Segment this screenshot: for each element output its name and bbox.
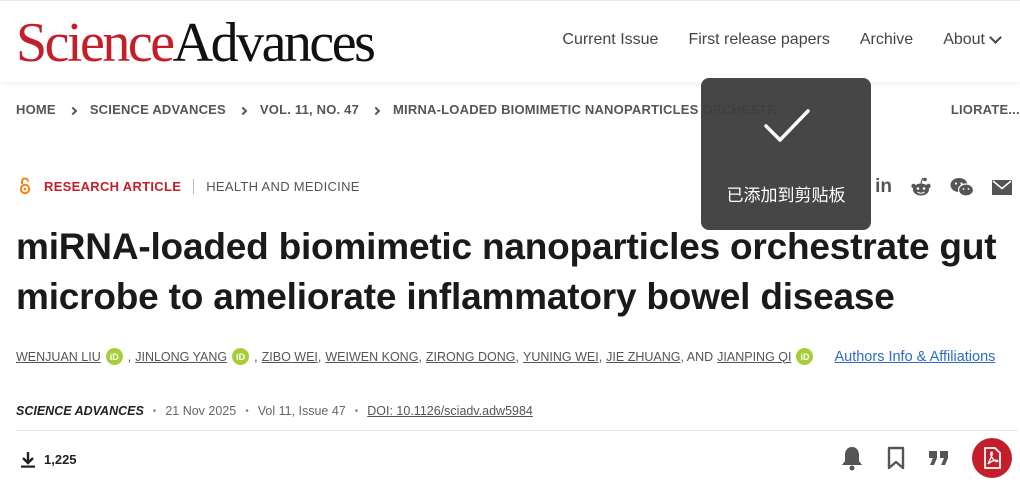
clipboard-toast: 已添加到剪贴板 xyxy=(701,78,871,230)
author-link[interactable]: JINLONG YANG xyxy=(135,350,227,364)
author-link[interactable]: WENJUAN LIU xyxy=(16,350,101,364)
bookmark-icon[interactable] xyxy=(886,446,906,470)
chevron-down-icon xyxy=(989,31,1002,44)
author-link[interactable]: WEIWEN KONG xyxy=(325,350,418,364)
meta-separator: • xyxy=(152,405,157,417)
author-link[interactable]: ZIBO WEI xyxy=(262,350,318,364)
divider xyxy=(16,430,1018,431)
divider xyxy=(193,178,195,194)
breadcrumb-current-tail: LIORATE... xyxy=(950,102,1020,117)
article-subject[interactable]: HEALTH AND MEDICINE xyxy=(206,179,360,194)
logo-advances: Advances xyxy=(172,12,376,74)
share-icons: in xyxy=(875,176,1012,198)
chevron-right-icon xyxy=(371,106,381,115)
breadcrumb-journal[interactable]: SCIENCE ADVANCES xyxy=(90,102,226,117)
author-separator: , xyxy=(515,349,519,364)
article-type-row: RESEARCH ARTICLE HEALTH AND MEDICINE xyxy=(18,177,360,195)
nav-about[interactable]: About xyxy=(943,31,1002,49)
nav-archive[interactable]: Archive xyxy=(860,31,913,49)
author-link[interactable]: YUNING WEI xyxy=(523,350,599,364)
journal-name[interactable]: SCIENCE ADVANCES xyxy=(16,404,144,418)
downloads-value: 1,225 xyxy=(44,452,77,467)
meta-separator: • xyxy=(245,405,249,417)
doi-link[interactable]: DOI: 10.1126/sciadv.adw5984 xyxy=(367,404,533,418)
linkedin-icon[interactable]: in xyxy=(875,176,892,198)
author-separator: , xyxy=(127,349,132,364)
bell-icon[interactable] xyxy=(840,445,864,471)
wechat-icon[interactable] xyxy=(950,177,974,197)
downloads-count: 1,225 xyxy=(20,451,77,468)
email-icon[interactable] xyxy=(992,179,1012,195)
volume-issue: Vol 11, Issue 47 xyxy=(257,404,346,418)
authors-affiliations-link[interactable]: Authors Info & Affiliations xyxy=(834,349,995,365)
pdf-icon xyxy=(984,447,1001,469)
author-separator: , xyxy=(254,349,258,364)
logo-science: Science xyxy=(16,12,175,74)
chevron-right-icon xyxy=(68,106,78,115)
nav-current-issue[interactable]: Current Issue xyxy=(562,31,658,49)
quote-icon[interactable] xyxy=(928,449,950,467)
site-logo[interactable]: ScienceAdvances xyxy=(16,12,376,74)
article-meta: SCIENCE ADVANCES • 21 Nov 2025 • Vol 11,… xyxy=(16,404,533,418)
main-nav: Current Issue First release papers Archi… xyxy=(562,31,1002,49)
nav-first-release-papers[interactable]: First release papers xyxy=(688,31,829,49)
orcid-icon[interactable]: iD xyxy=(796,348,814,365)
checkmark-icon xyxy=(764,109,810,142)
nav-about-label: About xyxy=(943,31,985,48)
article-title: miRNA-loaded biomimetic nanoparticles or… xyxy=(16,226,997,317)
author-link[interactable]: JIANPING QI xyxy=(717,350,791,364)
chevron-right-icon xyxy=(238,106,248,115)
author-separator: , xyxy=(317,349,322,364)
author-link[interactable]: ZIRONG DONG xyxy=(426,350,516,364)
article-actions xyxy=(840,438,1012,478)
meta-separator: • xyxy=(354,405,359,417)
author-separator: , xyxy=(598,349,603,364)
article-type[interactable]: RESEARCH ARTICLE xyxy=(44,179,181,194)
site-header: ScienceAdvances Current Issue First rele… xyxy=(0,0,1020,82)
open-access-icon xyxy=(19,177,31,195)
pdf-button[interactable] xyxy=(972,438,1012,478)
breadcrumb-home[interactable]: HOME xyxy=(16,102,56,117)
author-list: WENJUAN LIU iD , JINLONG YANG iD , ZIBO … xyxy=(16,348,995,365)
download-icon xyxy=(21,452,35,468)
breadcrumb-issue[interactable]: VOL. 11, NO. 47 xyxy=(260,102,359,117)
toast-message: 已添加到剪贴板 xyxy=(726,186,846,206)
orcid-icon[interactable]: iD xyxy=(105,348,123,365)
author-link[interactable]: JIE ZHUANG xyxy=(606,350,680,364)
publication-date: 21 Nov 2025 xyxy=(165,404,237,418)
author-separator: , xyxy=(418,349,422,364)
reddit-icon[interactable] xyxy=(910,177,932,197)
orcid-icon[interactable]: iD xyxy=(232,348,250,365)
author-separator: , AND xyxy=(680,349,714,364)
